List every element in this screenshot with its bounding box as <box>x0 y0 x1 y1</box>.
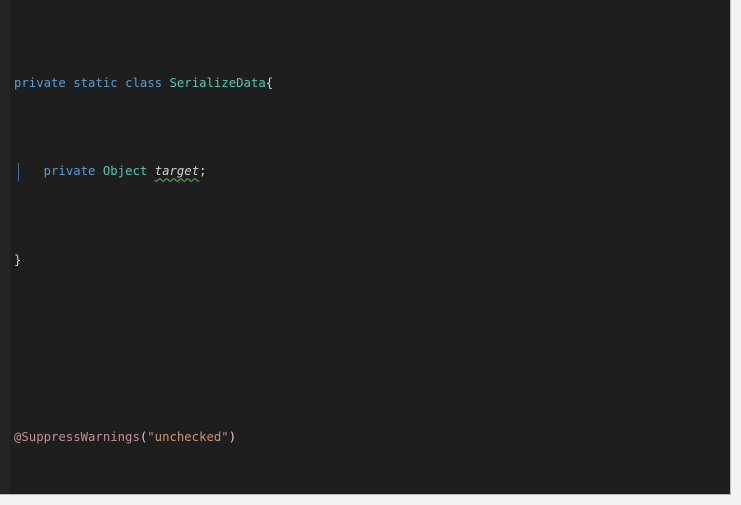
token-keyword: static <box>73 75 118 90</box>
token-punct: } <box>14 252 22 267</box>
code-line[interactable]: private static class SerializeData{ <box>10 75 730 93</box>
code-line-blank[interactable] <box>10 340 730 358</box>
token-field-target: target <box>154 164 200 179</box>
token-keyword: class <box>125 75 163 90</box>
code-line[interactable]: @SuppressWarnings("unchecked") <box>10 429 730 447</box>
page-edge-right <box>731 0 741 505</box>
token-annotation: @SuppressWarnings <box>14 429 140 444</box>
token-string: "unchecked" <box>147 429 229 444</box>
token-keyword: private <box>43 164 96 179</box>
page-edge-bottom <box>0 495 741 505</box>
code-editor-screenshot: private static class SerializeData{ priv… <box>0 0 741 505</box>
token-type: SerializeData <box>169 75 266 90</box>
editor-gutter <box>0 0 10 494</box>
code-line[interactable]: private Object target; <box>10 163 730 181</box>
code-area[interactable]: private static class SerializeData{ priv… <box>10 0 730 494</box>
token-keyword: private <box>14 75 66 90</box>
token-punct: { <box>265 75 274 90</box>
code-line[interactable]: } <box>10 252 730 270</box>
token-type: Object <box>102 164 148 179</box>
editor-frame: private static class SerializeData{ priv… <box>0 0 731 495</box>
indent-guide <box>18 163 19 181</box>
